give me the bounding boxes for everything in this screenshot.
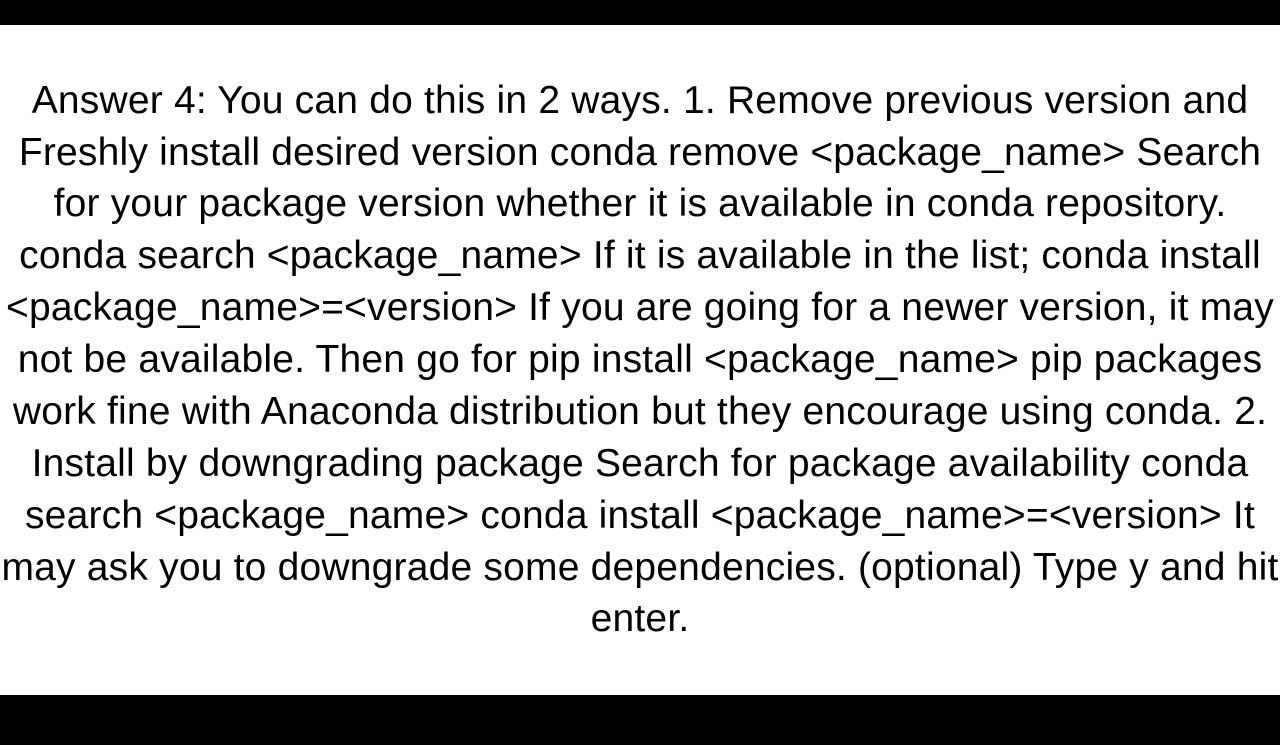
content-area: Answer 4: You can do this in 2 ways. 1. … (0, 25, 1280, 695)
answer-text: Answer 4: You can do this in 2 ways. 1. … (0, 75, 1280, 645)
